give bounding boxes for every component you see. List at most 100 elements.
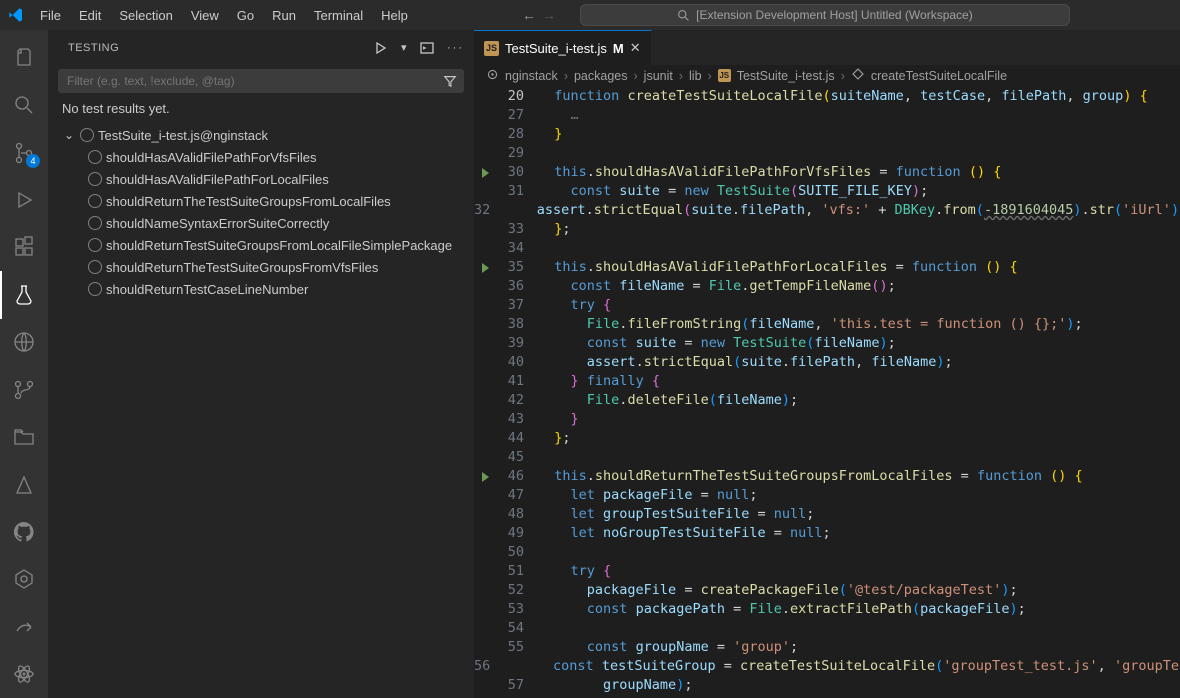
github-icon[interactable] <box>0 508 48 555</box>
more-icon[interactable]: ··· <box>447 42 464 54</box>
menu-file[interactable]: File <box>32 4 69 27</box>
code-content[interactable]: try { <box>538 562 611 581</box>
editor-tab[interactable]: JS TestSuite_i-test.js M ✕ <box>474 30 652 65</box>
breadcrumb-item[interactable]: createTestSuiteLocalFile <box>871 69 1007 83</box>
code-line[interactable]: 52 packageFile = createPackageFile('@tes… <box>474 581 1180 600</box>
code-content[interactable]: … <box>538 106 579 125</box>
run-test-glyph-icon[interactable] <box>482 263 489 273</box>
code-content[interactable]: } <box>538 410 579 429</box>
menu-selection[interactable]: Selection <box>111 4 180 27</box>
close-icon[interactable]: ✕ <box>630 40 641 56</box>
code-line[interactable]: 35 this.shouldHasAValidFilePathForLocalF… <box>474 258 1180 277</box>
test-row[interactable]: shouldNameSyntaxErrorSuiteCorrectly▷ <box>58 212 464 234</box>
code-line[interactable]: 29 <box>474 144 1180 163</box>
code-line[interactable]: 47 let packageFile = null; <box>474 486 1180 505</box>
code-content[interactable]: const testSuiteGroup = createTestSuiteLo… <box>504 657 1180 676</box>
code-content[interactable]: groupName); <box>538 676 692 695</box>
folder-icon[interactable] <box>0 413 48 460</box>
code-line[interactable]: 30 this.shouldHasAValidFilePathForVfsFil… <box>474 163 1180 182</box>
code-line[interactable]: 41 } finally { <box>474 372 1180 391</box>
filter-icon[interactable] <box>443 74 457 88</box>
code-line[interactable]: 46 this.shouldReturnTheTestSuiteGroupsFr… <box>474 467 1180 486</box>
code-line[interactable]: 34 <box>474 239 1180 258</box>
react-icon[interactable] <box>0 650 48 697</box>
menu-run[interactable]: Run <box>264 4 304 27</box>
menu-edit[interactable]: Edit <box>71 4 109 27</box>
code-line[interactable]: 31 const suite = new TestSuite(SUITE_FIL… <box>474 182 1180 201</box>
code-line[interactable]: 56 const testSuiteGroup = createTestSuit… <box>474 657 1180 676</box>
run-test-glyph-icon[interactable] <box>482 472 489 482</box>
menu-go[interactable]: Go <box>229 4 262 27</box>
code-content[interactable]: } finally { <box>538 372 660 391</box>
code-line[interactable]: 53 const packagePath = File.extractFileP… <box>474 600 1180 619</box>
menu-help[interactable]: Help <box>373 4 416 27</box>
code-content[interactable]: const packagePath = File.extractFilePath… <box>538 600 1026 619</box>
code-line[interactable]: 49 let noGroupTestSuiteFile = null; <box>474 524 1180 543</box>
azure-icon[interactable] <box>0 461 48 508</box>
run-all-icon[interactable] <box>373 40 389 56</box>
code-content[interactable]: File.fileFromString(fileName, 'this.test… <box>538 315 1083 334</box>
code-content[interactable]: }; <box>538 429 571 448</box>
code-editor[interactable]: 20 function createTestSuiteLocalFile(sui… <box>474 87 1180 698</box>
code-line[interactable]: 42 File.deleteFile(fileName); <box>474 391 1180 410</box>
code-line[interactable]: 51 try { <box>474 562 1180 581</box>
code-line[interactable]: 48 let groupTestSuiteFile = null; <box>474 505 1180 524</box>
run-test-glyph-icon[interactable] <box>482 168 489 178</box>
nav-back-icon[interactable]: ← <box>522 7 536 23</box>
test-suite-row[interactable]: ⌄ TestSuite_i-test.js@nginstack ▷ <box>58 124 464 146</box>
code-content[interactable]: }; <box>538 220 571 239</box>
code-content[interactable]: File.deleteFile(fileName); <box>538 391 798 410</box>
breadcrumb-item[interactable]: nginstack <box>505 69 558 83</box>
code-line[interactable]: 20 function createTestSuiteLocalFile(sui… <box>474 87 1180 106</box>
menu-terminal[interactable]: Terminal <box>306 4 371 27</box>
code-line[interactable]: 28 } <box>474 125 1180 144</box>
share-icon[interactable] <box>0 603 48 650</box>
extensions-icon[interactable] <box>0 224 48 271</box>
code-content[interactable]: this.shouldHasAValidFilePathForVfsFiles … <box>538 163 1001 182</box>
code-content[interactable]: try { <box>538 296 611 315</box>
menu-view[interactable]: View <box>183 4 227 27</box>
code-line[interactable]: 50 <box>474 543 1180 562</box>
code-line[interactable]: 38 File.fileFromString(fileName, 'this.t… <box>474 315 1180 334</box>
code-content[interactable]: this.shouldReturnTheTestSuiteGroupsFromL… <box>538 467 1083 486</box>
search-icon[interactable] <box>0 81 48 128</box>
code-content[interactable]: function createTestSuiteLocalFile(suiteN… <box>538 87 1148 106</box>
test-row[interactable]: shouldReturnTheTestSuiteGroupsFromVfsFil… <box>58 256 464 278</box>
chevron-down-icon[interactable]: ▾ <box>401 41 407 54</box>
code-content[interactable]: } <box>538 125 562 144</box>
test-row[interactable]: shouldHasAValidFilePathForVfsFiles▷ <box>58 146 464 168</box>
code-line[interactable]: 39 const suite = new TestSuite(fileName)… <box>474 334 1180 353</box>
breadcrumb-item[interactable]: jsunit <box>644 69 673 83</box>
run-debug-icon[interactable] <box>0 176 48 223</box>
filter-input[interactable] <box>58 69 464 93</box>
code-line[interactable]: 55 const groupName = 'group'; <box>474 638 1180 657</box>
kubernetes-icon[interactable] <box>0 556 48 603</box>
test-row[interactable]: shouldHasAValidFilePathForLocalFiles▷ <box>58 168 464 190</box>
remote-icon[interactable] <box>0 319 48 366</box>
code-line[interactable]: 44 }; <box>474 429 1180 448</box>
breadcrumb-item[interactable]: packages <box>574 69 628 83</box>
explorer-icon[interactable] <box>0 34 48 81</box>
code-line[interactable]: 54 <box>474 619 1180 638</box>
breadcrumb-item[interactable]: TestSuite_i-test.js <box>737 69 835 83</box>
testing-icon[interactable] <box>0 271 48 318</box>
code-content[interactable]: let packageFile = null; <box>538 486 758 505</box>
code-content[interactable]: const groupName = 'group'; <box>538 638 798 657</box>
code-content[interactable]: const fileName = File.getTempFileName(); <box>538 277 896 296</box>
source-control-icon[interactable]: 4 <box>0 129 48 176</box>
code-content[interactable]: this.shouldHasAValidFilePathForLocalFile… <box>538 258 1018 277</box>
code-content[interactable]: let groupTestSuiteFile = null; <box>538 505 814 524</box>
code-line[interactable]: 32 assert.strictEqual(suite.filePath, 'v… <box>474 201 1180 220</box>
code-line[interactable]: 57 groupName); <box>474 676 1180 695</box>
breadcrumb[interactable]: nginstack›packages›jsunit›lib›JSTestSuit… <box>474 65 1180 87</box>
terminal-output-icon[interactable] <box>419 40 435 56</box>
code-line[interactable]: 36 const fileName = File.getTempFileName… <box>474 277 1180 296</box>
code-content[interactable]: assert.strictEqual(suite.filePath, 'vfs:… <box>504 201 1180 220</box>
code-line[interactable]: 43 } <box>474 410 1180 429</box>
code-content[interactable]: packageFile = createPackageFile('@test/p… <box>538 581 1018 600</box>
code-line[interactable]: 40 assert.strictEqual(suite.filePath, fi… <box>474 353 1180 372</box>
chevron-down-icon[interactable]: ⌄ <box>62 128 76 142</box>
code-content[interactable]: const suite = new TestSuite(SUITE_FILE_K… <box>538 182 928 201</box>
test-row[interactable]: shouldReturnTheTestSuiteGroupsFromLocalF… <box>58 190 464 212</box>
test-row[interactable]: shouldReturnTestCaseLineNumber▷ <box>58 278 464 300</box>
